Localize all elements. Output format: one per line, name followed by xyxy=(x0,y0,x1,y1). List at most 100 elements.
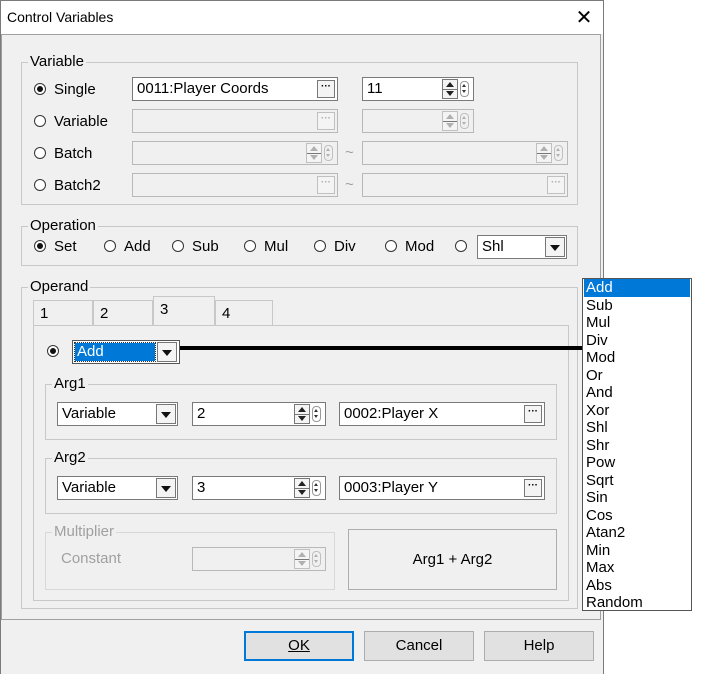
formula-text: Arg1 + Arg2 xyxy=(412,551,493,568)
tab-4-label: 4 xyxy=(222,305,231,322)
variable-ref-count-field xyxy=(362,109,474,133)
arg2-variable-value: 0003:Player Y xyxy=(344,479,438,496)
operation-extra-value: Shl xyxy=(482,238,504,255)
radio-op-other[interactable] xyxy=(455,240,467,252)
radio-op-div[interactable] xyxy=(314,240,326,252)
dropdown-option[interactable]: Cos xyxy=(584,507,690,525)
tab-3[interactable]: 3 xyxy=(153,296,215,326)
function-select-arrow[interactable] xyxy=(157,342,177,362)
tab-1[interactable]: 1 xyxy=(33,300,93,326)
arg1-variable-value: 0002:Player X xyxy=(344,405,439,422)
dropdown-option[interactable]: Or xyxy=(584,367,690,385)
up-down-spinner-icon[interactable] xyxy=(294,478,324,498)
formula-preview: Arg1 + Arg2 xyxy=(348,529,557,590)
radio-op-set[interactable] xyxy=(34,240,46,252)
label-batch2: Batch2 xyxy=(54,177,101,194)
radio-op-mod[interactable] xyxy=(385,240,397,252)
operation-extra-select[interactable]: Shl xyxy=(477,235,567,259)
dropdown-option[interactable]: Add xyxy=(584,279,690,297)
arg2-legend: Arg2 xyxy=(54,449,86,466)
multiplier-legend: Multiplier xyxy=(54,523,115,540)
up-down-spinner-icon[interactable] xyxy=(294,404,324,424)
batch-start-field xyxy=(132,141,338,165)
title-bar: Control Variables ✕ xyxy=(0,0,604,34)
ok-button[interactable]: OK xyxy=(244,631,354,661)
ok-button-label: OK xyxy=(288,637,310,654)
dropdown-option[interactable]: Pow xyxy=(584,454,690,472)
arg1-type-select[interactable]: Variable xyxy=(57,402,178,426)
ellipsis-icon[interactable]: ··· xyxy=(524,405,542,423)
tab-2-label: 2 xyxy=(100,305,109,322)
arg2-number-field[interactable]: 3 xyxy=(192,476,326,500)
dropdown-option[interactable]: Shr xyxy=(584,437,690,455)
dropdown-option[interactable]: And xyxy=(584,384,690,402)
dropdown-option[interactable]: Div xyxy=(584,332,690,350)
arg1-type-value: Variable xyxy=(62,405,116,422)
dropdown-option[interactable]: Random xyxy=(584,594,690,612)
variable-ref-field: ··· xyxy=(132,109,338,133)
dropdown-option[interactable]: Atan2 xyxy=(584,524,690,542)
chevron-down-icon[interactable] xyxy=(156,404,176,424)
function-select[interactable]: Add xyxy=(72,340,180,364)
ellipsis-icon[interactable]: ··· xyxy=(317,80,335,98)
radio-single[interactable] xyxy=(34,83,46,95)
arg1-number-value: 2 xyxy=(197,405,206,422)
batch-range-tilde: ~ xyxy=(345,144,354,161)
up-down-spinner-icon xyxy=(536,143,566,163)
radio-op-sub[interactable] xyxy=(172,240,184,252)
dropdown-connector xyxy=(180,346,584,350)
dropdown-option[interactable]: Shl xyxy=(584,419,690,437)
single-variable-field[interactable]: 0011:Player Coords ··· xyxy=(132,77,338,101)
chevron-down-icon[interactable] xyxy=(157,342,177,362)
window-title: Control Variables xyxy=(7,9,114,25)
function-select-value: Add xyxy=(74,342,156,362)
ellipsis-icon[interactable]: ··· xyxy=(524,479,542,497)
up-down-spinner-icon[interactable] xyxy=(442,79,472,99)
chevron-down-icon[interactable] xyxy=(545,237,565,257)
radio-function[interactable] xyxy=(47,345,59,357)
multiplier-constant-field xyxy=(192,547,326,571)
dropdown-option[interactable]: Sin xyxy=(584,489,690,507)
ellipsis-icon: ··· xyxy=(317,112,335,130)
help-button[interactable]: Help xyxy=(484,631,594,661)
arg1-legend: Arg1 xyxy=(54,375,86,392)
dropdown-option[interactable]: Sub xyxy=(584,297,690,315)
batch2-start-field: ··· xyxy=(132,173,338,197)
chevron-down-icon[interactable] xyxy=(156,478,176,498)
function-dropdown-list[interactable]: Add Sub Mul Div Mod Or And Xor Shl Shr P… xyxy=(582,278,692,611)
tab-4[interactable]: 4 xyxy=(215,300,273,326)
operand-legend: Operand xyxy=(30,278,89,295)
dropdown-option[interactable]: Mul xyxy=(584,314,690,332)
up-down-spinner-icon xyxy=(306,143,336,163)
tab-2[interactable]: 2 xyxy=(93,300,153,326)
radio-variable[interactable] xyxy=(34,115,46,127)
arg1-variable-field[interactable]: 0002:Player X ··· xyxy=(339,402,545,426)
tab-1-label: 1 xyxy=(40,305,49,322)
cancel-button[interactable]: Cancel xyxy=(364,631,474,661)
tab-3-label: 3 xyxy=(160,301,169,318)
ellipsis-icon: ··· xyxy=(547,176,565,194)
variable-legend: Variable xyxy=(30,53,84,70)
label-batch: Batch xyxy=(54,145,93,162)
radio-batch2[interactable] xyxy=(34,179,46,191)
close-icon[interactable]: ✕ xyxy=(569,4,599,32)
dropdown-option[interactable]: Max xyxy=(584,559,690,577)
arg2-type-value: Variable xyxy=(62,479,116,496)
dropdown-option[interactable]: Mod xyxy=(584,349,690,367)
radio-batch[interactable] xyxy=(34,147,46,159)
dropdown-option[interactable]: Abs xyxy=(584,577,690,595)
dropdown-option[interactable]: Sqrt xyxy=(584,472,690,490)
label-single: Single xyxy=(54,81,96,98)
label-variable: Variable xyxy=(54,113,108,130)
dropdown-option[interactable]: Min xyxy=(584,542,690,560)
radio-op-mul[interactable] xyxy=(244,240,256,252)
label-op-div: Div xyxy=(334,238,356,255)
up-down-spinner-icon xyxy=(294,549,324,569)
up-down-spinner-icon xyxy=(442,111,472,131)
single-count-field[interactable]: 11 xyxy=(362,77,474,101)
radio-op-add[interactable] xyxy=(104,240,116,252)
arg1-number-field[interactable]: 2 xyxy=(192,402,326,426)
dropdown-option[interactable]: Xor xyxy=(584,402,690,420)
arg2-type-select[interactable]: Variable xyxy=(57,476,178,500)
arg2-variable-field[interactable]: 0003:Player Y ··· xyxy=(339,476,545,500)
